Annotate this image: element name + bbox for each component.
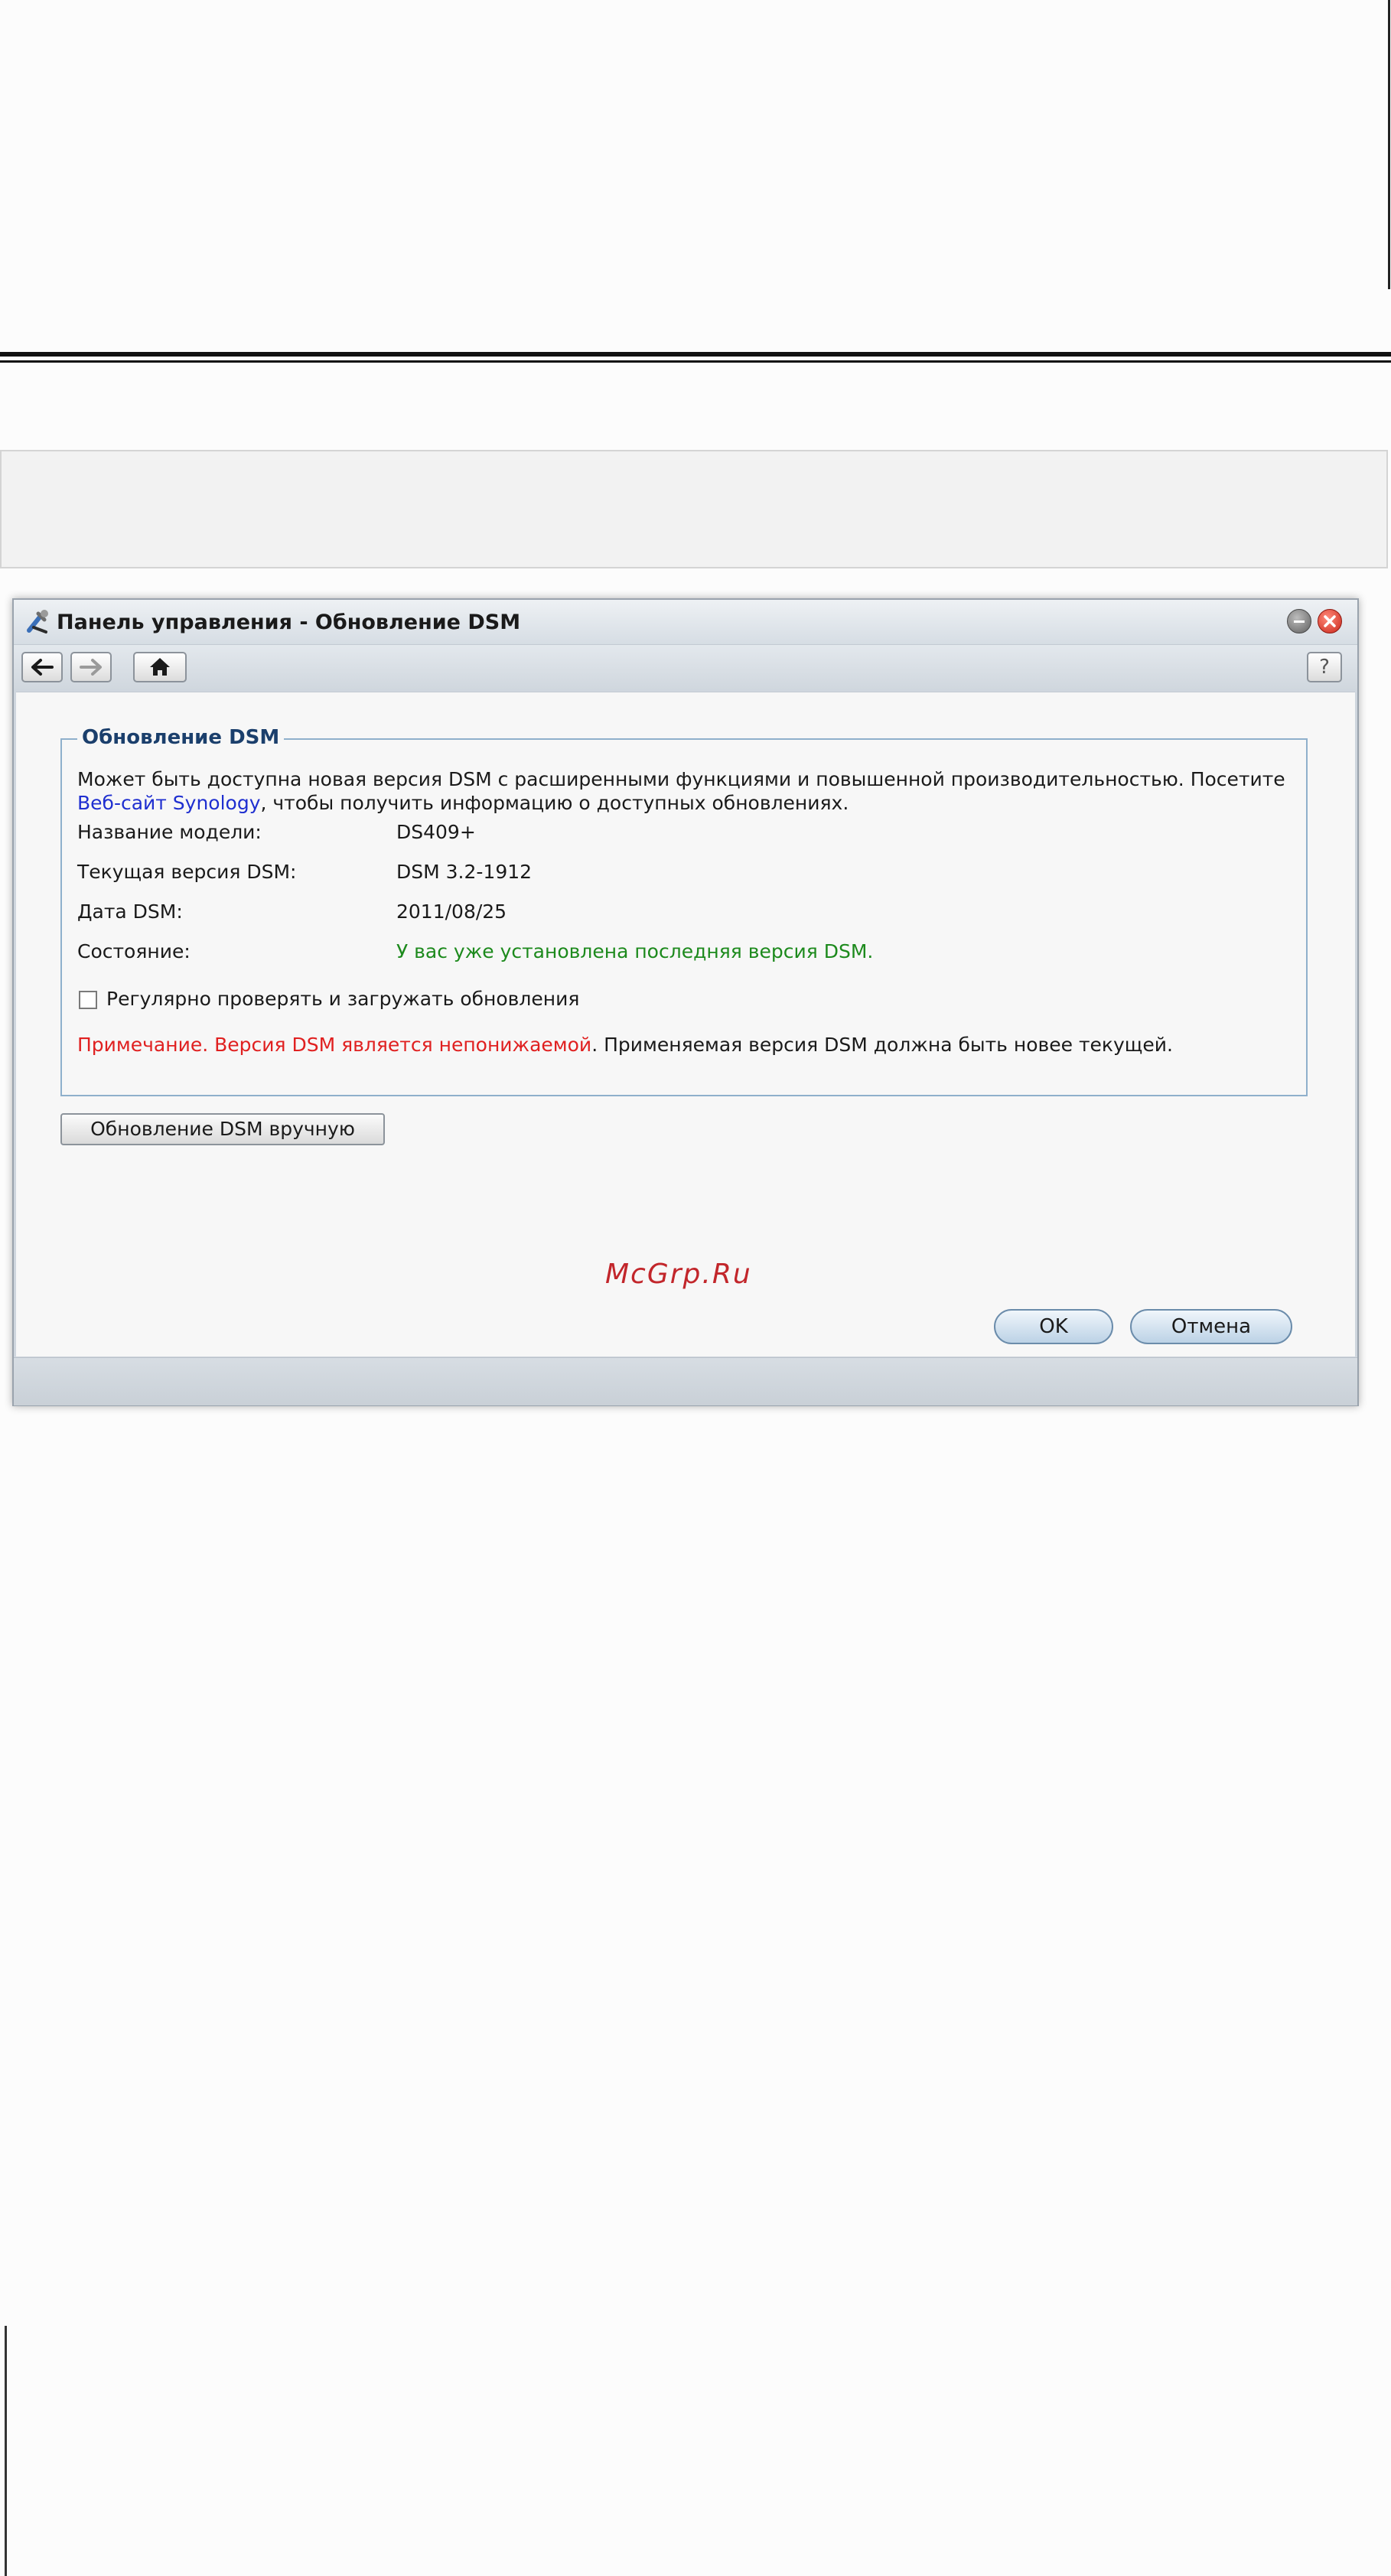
control-panel-icon (23, 607, 52, 637)
synology-website-link[interactable]: Веб-сайт Synology (77, 792, 261, 814)
current-version-label: Текущая версия DSM: (77, 861, 297, 883)
status-value: У вас уже установлена последняя версия D… (396, 940, 874, 962)
back-button[interactable] (21, 652, 63, 682)
arrow-left-icon (31, 659, 54, 676)
manual-update-button[interactable]: Обновление DSM вручную (60, 1113, 385, 1145)
ok-button[interactable]: OK (994, 1309, 1113, 1344)
window-toolbar: ? (14, 645, 1357, 689)
minimize-icon (1294, 620, 1305, 623)
close-icon (1324, 615, 1336, 627)
window-title: Панель управления - Обновление DSM (57, 611, 521, 634)
arrow-right-icon (80, 659, 102, 676)
close-button[interactable] (1318, 609, 1342, 633)
forward-button[interactable] (70, 652, 112, 682)
status-label: Состояние: (77, 940, 191, 962)
window-content: Обновление DSM Может быть доступна новая… (16, 692, 1355, 1356)
note-warning: Примечание. Версия DSM является непонижа… (77, 1034, 592, 1056)
window-statusbar (14, 1357, 1357, 1405)
page-note-box (0, 450, 1388, 568)
home-button[interactable] (133, 652, 187, 682)
description-suffix: , чтобы получить информацию о доступных … (260, 792, 849, 814)
model-name-value: DS409+ (396, 821, 476, 843)
watermark: McGrp.Ru (605, 1259, 752, 1290)
auto-update-label[interactable]: Регулярно проверять и загружать обновлен… (106, 988, 579, 1010)
window-titlebar[interactable]: Панель управления - Обновление DSM (14, 600, 1357, 645)
current-version-value: DSM 3.2-1912 (396, 861, 533, 883)
dsm-date-label: Дата DSM: (77, 900, 183, 923)
description-prefix: Может быть доступна новая версия DSM с р… (77, 768, 1285, 790)
page-left-rule (5, 2326, 7, 2576)
page-right-rule (1388, 0, 1390, 289)
control-panel-window: Панель управления - Обновление DSM ? Обн… (12, 598, 1359, 1406)
page-separator-thin (0, 360, 1391, 363)
downgrade-note: Примечание. Версия DSM является непонижа… (77, 1034, 1173, 1056)
section-description: Может быть доступна новая версия DSM с р… (77, 767, 1301, 815)
auto-update-checkbox[interactable] (79, 991, 97, 1009)
model-name-label: Название модели: (77, 821, 262, 843)
help-icon: ? (1319, 656, 1330, 679)
dsm-date-value: 2011/08/25 (396, 900, 507, 923)
cancel-button[interactable]: Отмена (1130, 1309, 1292, 1344)
help-button[interactable]: ? (1307, 652, 1342, 682)
page-separator-thick (0, 352, 1391, 357)
note-text: . Применяемая версия DSM должна быть нов… (591, 1034, 1173, 1056)
home-icon (150, 658, 170, 676)
section-title: Обновление DSM (77, 726, 285, 749)
minimize-button[interactable] (1287, 609, 1311, 633)
